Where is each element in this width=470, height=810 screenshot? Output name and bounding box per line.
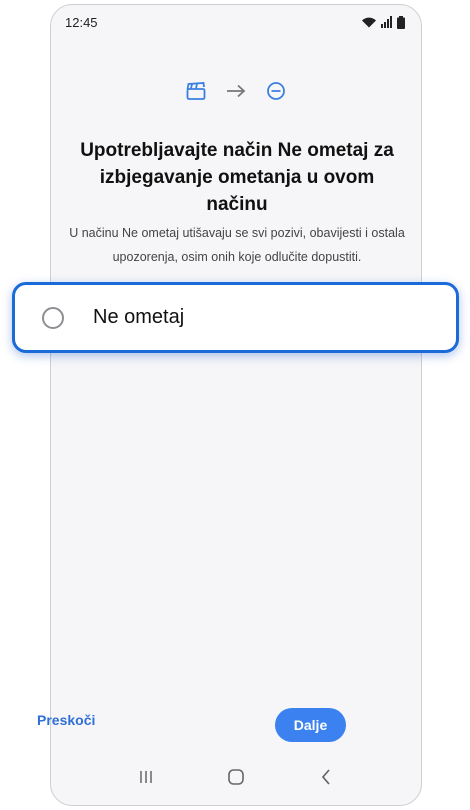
next-button[interactable]: Dalje [275, 708, 346, 742]
flow-illustration [51, 81, 421, 101]
page-description: U načinu Ne ometaj utišavaju se svi pozi… [69, 226, 405, 264]
status-icons [361, 15, 405, 29]
page-title: Upotrebljavajte način Ne ometaj za izbje… [80, 140, 394, 215]
signal-icon [381, 16, 393, 28]
home-icon[interactable] [221, 762, 251, 792]
do-not-disturb-option[interactable]: Ne ometaj [12, 282, 459, 353]
clapperboard-icon [186, 82, 206, 100]
wifi-icon [361, 16, 377, 28]
back-icon[interactable] [311, 762, 341, 792]
recent-apps-icon[interactable] [131, 762, 161, 792]
status-time: 12:45 [65, 14, 98, 30]
option-label: Ne ometaj [93, 306, 185, 328]
battery-icon [397, 15, 405, 29]
arrow-right-icon [226, 84, 246, 98]
do-not-disturb-icon [266, 81, 286, 101]
navigation-bar [51, 749, 421, 805]
skip-button[interactable]: Preskoči [37, 712, 95, 728]
status-bar: 12:45 [51, 5, 421, 39]
radio-button[interactable] [42, 306, 64, 329]
phone-screen: 12:45 Upotrebljavajte način Ne ometaj za… [50, 4, 422, 806]
